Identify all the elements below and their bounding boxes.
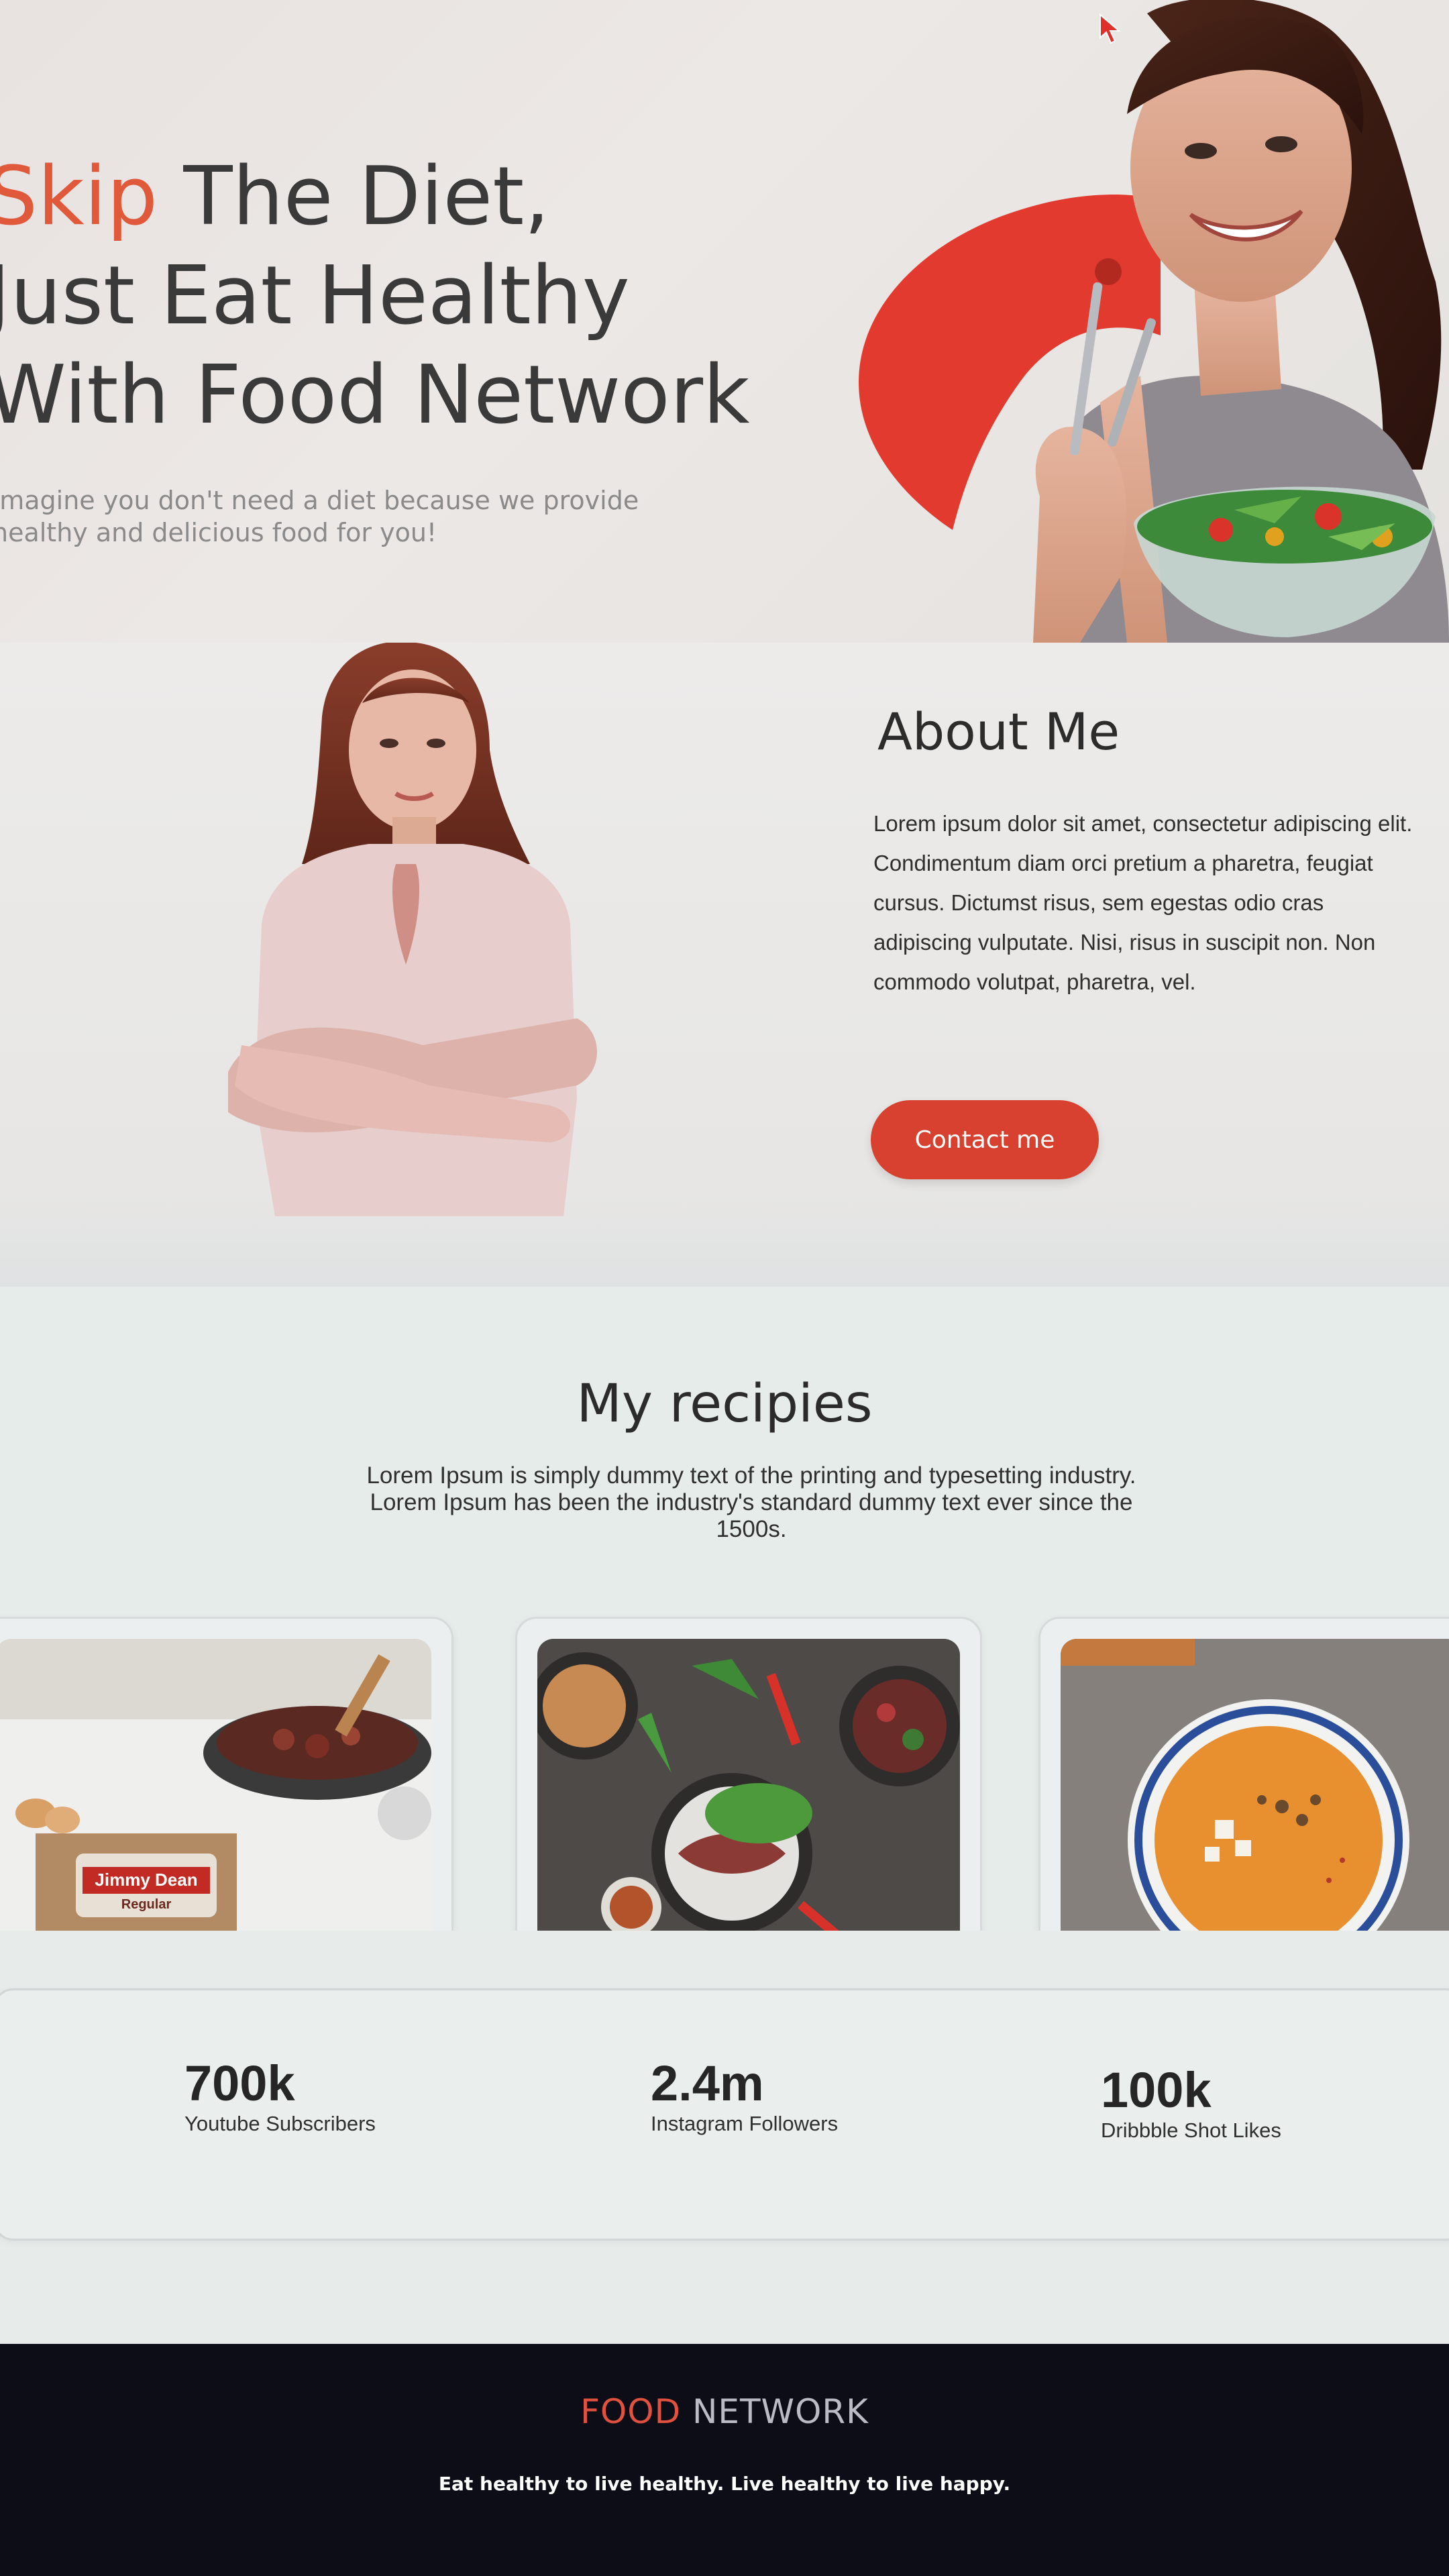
stat-label-dribbble: Dribbble Shot Likes	[1101, 2118, 1281, 2142]
footer-tagline: Eat healthy to live healthy. Live health…	[438, 2473, 1011, 2495]
about-section: About Me Lorem ipsum dolor sit amet, con…	[0, 643, 1449, 1287]
stat-value-dribbble: 100k	[1101, 2062, 1212, 2118]
footer: FOOD NETWORK Eat healthy to live healthy…	[0, 2344, 1449, 2576]
recipe-image-3	[1061, 1639, 1449, 1931]
stat-item: 100k Dribbble Shot Likes	[1101, 2061, 1281, 2143]
recipe-card-3[interactable]	[1038, 1617, 1449, 1931]
recipes-description: Lorem Ipsum is simply dummy text of the …	[366, 1462, 1136, 1542]
package-type-text: Regular	[121, 1897, 172, 1912]
recipes-section: My recipies Lorem Ipsum is simply dummy …	[0, 1287, 1449, 1931]
recipe-card-2[interactable]	[515, 1617, 982, 1931]
recipe-card-1[interactable]: Jimmy Dean Regular	[0, 1617, 453, 1931]
package-brand-text: Jimmy Dean	[95, 1870, 197, 1890]
footer-brand-rest: NETWORK	[681, 2392, 869, 2431]
about-body-text: Lorem ipsum dolor sit amet, consectetur …	[873, 811, 1413, 994]
stat-label-youtube: Youtube Subscribers	[184, 2112, 376, 2135]
hero-title-line3: With Food Network	[0, 349, 750, 442]
stat-value-youtube: 700k	[184, 2055, 295, 2111]
stat-label-instagram: Instagram Followers	[651, 2112, 839, 2135]
hero-title: Skip The Diet, Just Eat Healthy With Foo…	[0, 148, 845, 445]
recipe-image-1: Jimmy Dean Regular	[0, 1639, 431, 1931]
hero-woman-photo	[1033, 0, 1449, 643]
hero-title-line1-rest: The Diet,	[158, 150, 550, 244]
stats-card: 700k Youtube Subscribers 2.4m Instagram …	[0, 1988, 1449, 2241]
stat-value-instagram: 2.4m	[651, 2055, 764, 2111]
hero-title-line2: Just Eat Healthy	[0, 250, 630, 343]
footer-brand-accent: FOOD	[580, 2392, 682, 2431]
about-heading: About Me	[877, 702, 1120, 761]
footer-brand-logo[interactable]: FOOD NETWORK	[0, 2392, 1449, 2431]
hero-title-accent: Skip	[0, 150, 158, 244]
recipes-heading: My recipies	[576, 1374, 873, 1434]
stats-section: 700k Youtube Subscribers 2.4m Instagram …	[0, 1931, 1449, 2360]
contact-me-button[interactable]: Contact me	[871, 1100, 1099, 1179]
mouse-cursor-icon	[1099, 13, 1121, 44]
hero-section: Skip The Diet, Just Eat Healthy With Foo…	[0, 0, 1449, 643]
stat-item: 700k Youtube Subscribers	[184, 2055, 376, 2136]
recipe-image-2	[537, 1639, 960, 1931]
about-woman-photo	[228, 643, 597, 1216]
hero-subtitle: Imagine you don't need a diet because we…	[0, 486, 639, 547]
stat-item: 2.4m Instagram Followers	[651, 2055, 838, 2136]
